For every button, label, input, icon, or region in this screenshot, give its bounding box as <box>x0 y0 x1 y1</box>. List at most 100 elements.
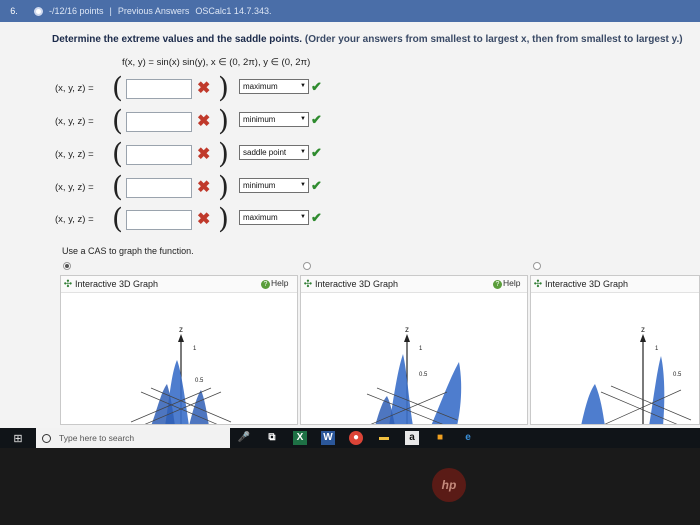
surface-peak <box>649 356 665 424</box>
incorrect-icon: ✖ <box>197 146 211 163</box>
graph-panel-3[interactable]: ✣ Interactive 3D Graph z 1 0.5 <box>530 275 700 425</box>
z-axis-label: z <box>641 325 645 334</box>
z-tick-mid: 0.5 <box>195 378 204 384</box>
incorrect-icon: ✖ <box>197 113 211 130</box>
z-tick-top: 1 <box>419 346 423 352</box>
separator: | <box>109 6 112 16</box>
right-paren: ) <box>218 71 229 104</box>
row-label: (x, y, z) = <box>55 149 94 160</box>
incorrect-icon: ✖ <box>197 179 211 196</box>
status-circle-icon <box>34 6 43 16</box>
point-input[interactable] <box>126 145 192 165</box>
row-label: (x, y, z) = <box>55 83 94 94</box>
dropdown-value: saddle point <box>243 148 287 157</box>
surface-peak <box>581 384 605 424</box>
correct-check-icon: ✔ <box>311 79 322 94</box>
dropdown-arrow-icon: ▼ <box>300 116 306 122</box>
z-axis-arrow <box>640 334 646 342</box>
type-dropdown[interactable]: saddle point ▼ <box>239 145 309 160</box>
screen: 6. -/12/16 points | Previous Answers OSC… <box>0 0 700 448</box>
store-icon[interactable]: ■ <box>433 431 447 445</box>
word-icon[interactable]: W <box>321 431 335 445</box>
graph-panel-1[interactable]: ✣ Interactive 3D Graph ? Help z 1 0.5 <box>60 275 298 425</box>
dropdown-arrow-icon: ▼ <box>300 149 306 155</box>
microphone-icon[interactable]: 🎤 <box>237 431 251 445</box>
help-label: Help <box>271 278 289 288</box>
graph-icon: ✣ <box>533 278 543 290</box>
type-dropdown[interactable]: maximum ▼ <box>239 210 309 225</box>
z-tick-mid: 0.5 <box>673 372 682 378</box>
help-button[interactable]: ? Help <box>261 278 288 289</box>
course-code: OSCalc1 14.7.343. <box>195 6 272 16</box>
question-prompt: Determine the extreme values and the sad… <box>52 34 683 45</box>
incorrect-icon: ✖ <box>197 211 211 228</box>
point-input[interactable] <box>126 112 192 132</box>
z-axis-arrow <box>404 334 410 342</box>
amazon-icon[interactable]: a <box>405 431 419 445</box>
axis-grid <box>600 385 692 424</box>
z-tick-top: 1 <box>655 346 659 352</box>
point-input[interactable] <box>126 210 192 230</box>
type-dropdown[interactable]: minimum ▼ <box>239 112 309 127</box>
windows-icon[interactable]: ⊞ <box>0 432 36 445</box>
hp-logo: hp <box>432 468 466 502</box>
help-icon: ? <box>261 280 270 289</box>
previous-answers-link[interactable]: Previous Answers <box>118 6 190 16</box>
taskbar: ⊞ Type here to search 🎤 ⧉ X W ● ▬ a ■ e <box>0 428 700 448</box>
graph-radio-2[interactable] <box>303 262 311 270</box>
file-explorer-icon[interactable]: ▬ <box>377 431 391 445</box>
taskbar-search[interactable]: Type here to search <box>36 428 230 448</box>
graph-icon: ✣ <box>63 278 73 290</box>
correct-check-icon: ✔ <box>311 210 322 225</box>
dropdown-value: minimum <box>243 181 276 190</box>
graph-title: Interactive 3D Graph <box>545 279 629 289</box>
type-dropdown[interactable]: maximum ▼ <box>239 79 309 94</box>
answer-row-5: (x, y, z) = ( ✖ ) maximum ▼ ✔ <box>55 202 355 235</box>
graph-radio-1[interactable] <box>63 262 71 270</box>
left-paren: ( <box>112 104 123 137</box>
z-tick-mid: 0.5 <box>419 372 428 378</box>
dropdown-value: minimum <box>243 115 276 124</box>
surface-plot[interactable]: z 1 0.5 <box>61 292 298 425</box>
answer-row-2: (x, y, z) = ( ✖ ) minimum ▼ ✔ <box>55 104 355 137</box>
graph-title: Interactive 3D Graph <box>315 279 399 289</box>
edge-icon[interactable]: e <box>461 431 475 445</box>
question-header: 6. -/12/16 points | Previous Answers OSC… <box>0 0 700 22</box>
left-paren: ( <box>112 71 123 104</box>
help-button[interactable]: ? Help <box>493 278 520 289</box>
row-label: (x, y, z) = <box>55 214 94 225</box>
help-label: Help <box>503 278 521 288</box>
correct-check-icon: ✔ <box>311 112 322 127</box>
search-ring-icon <box>42 433 51 443</box>
z-tick-top: 1 <box>193 346 197 352</box>
task-view-icon[interactable]: ⧉ <box>265 431 279 445</box>
answer-row-3: (x, y, z) = ( ✖ ) saddle point ▼ ✔ <box>55 137 355 170</box>
graph-header: ✣ Interactive 3D Graph <box>531 276 699 293</box>
graph-title: Interactive 3D Graph <box>75 279 159 289</box>
prompt-detail: (Order your answers from smallest to lar… <box>304 34 683 45</box>
z-axis-label: z <box>179 325 183 334</box>
right-paren: ) <box>218 202 229 235</box>
graph-panel-2[interactable]: ✣ Interactive 3D Graph ? Help z 1 0.5 <box>300 275 528 425</box>
chrome-icon[interactable]: ● <box>349 431 363 445</box>
type-dropdown[interactable]: minimum ▼ <box>239 178 309 193</box>
graph-radio-3[interactable] <box>533 262 541 270</box>
answer-row-4: (x, y, z) = ( ✖ ) minimum ▼ ✔ <box>55 170 355 203</box>
point-input[interactable] <box>126 178 192 198</box>
function-definition: f(x, y) = sin(x) sin(y), x ∈ (0, 2π), y … <box>122 57 311 68</box>
excel-icon[interactable]: X <box>293 431 307 445</box>
right-paren: ) <box>218 104 229 137</box>
prompt-main: Determine the extreme values and the sad… <box>52 34 303 45</box>
graph-icon: ✣ <box>303 278 313 290</box>
left-paren: ( <box>112 137 123 170</box>
point-input[interactable] <box>126 79 192 99</box>
right-paren: ) <box>218 137 229 170</box>
surface-plot[interactable]: z 1 0.5 <box>531 292 700 425</box>
left-paren: ( <box>112 170 123 203</box>
correct-check-icon: ✔ <box>311 178 322 193</box>
dropdown-arrow-icon: ▼ <box>300 83 306 89</box>
surface-plot[interactable]: z 1 0.5 <box>301 292 528 425</box>
search-placeholder: Type here to search <box>59 433 135 443</box>
left-paren: ( <box>112 202 123 235</box>
question-number: 6. <box>10 6 18 16</box>
